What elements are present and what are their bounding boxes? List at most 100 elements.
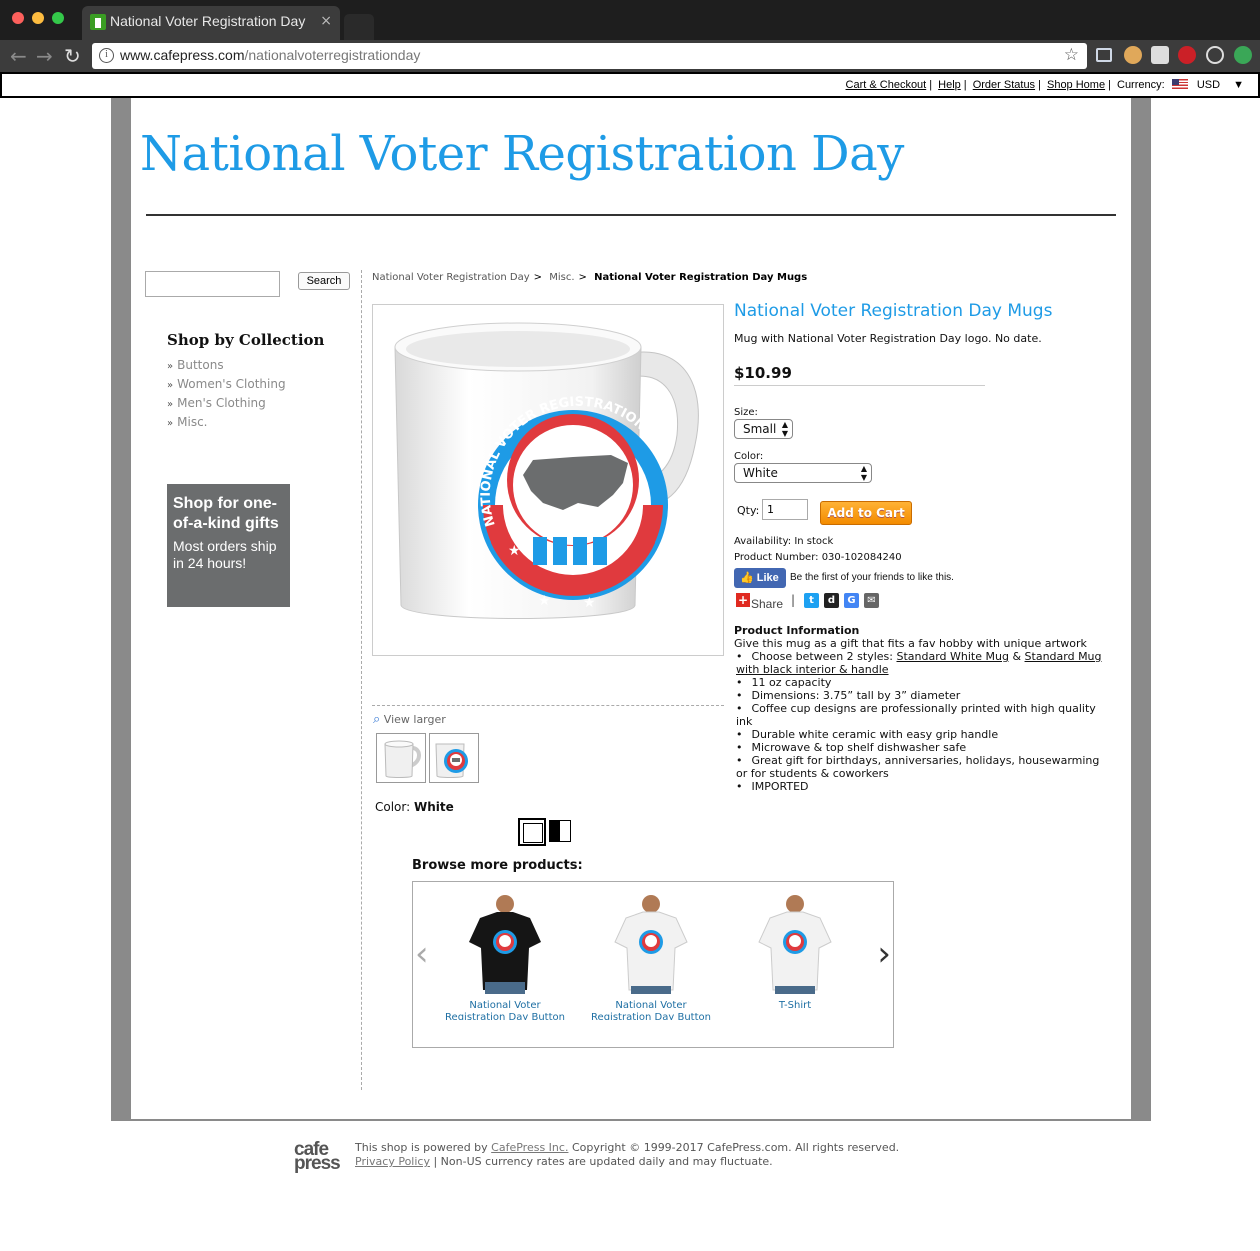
browse-item-caption[interactable]: National Voter Registration Day Button	[445, 1000, 565, 1020]
close-window-button[interactable]	[12, 12, 24, 24]
search-input[interactable]	[145, 271, 280, 297]
back-arrow-icon[interactable]: ←	[10, 44, 27, 68]
google-icon[interactable]: G	[844, 593, 859, 608]
tshirt-white-image	[758, 895, 832, 994]
collection-item-misc[interactable]: » Misc.	[167, 415, 286, 434]
cafepress-logo[interactable]: cafe press	[294, 1140, 341, 1174]
breadcrumb-shop[interactable]: National Voter Registration Day	[372, 272, 530, 283]
promo-banner[interactable]: Shop for one-of-a-kind gifts Most orders…	[167, 484, 290, 607]
tab-strip: National Voter Registration Day ×	[0, 0, 1260, 40]
evernote-extension-icon[interactable]	[1206, 46, 1224, 64]
carousel-prev-icon[interactable]: ‹	[415, 934, 429, 974]
browse-item[interactable]: T-Shirt	[735, 890, 855, 1011]
search-button[interactable]: Search	[298, 272, 350, 290]
currency-dropdown-icon[interactable]: ▼	[1233, 79, 1244, 91]
pinterest-extension-icon[interactable]	[1178, 46, 1196, 64]
info-icon[interactable]: i	[99, 48, 114, 63]
address-bar[interactable]: i www.cafepress.com/nationalvoterregistr…	[92, 43, 1087, 69]
help-link[interactable]: Help	[938, 79, 961, 91]
facebook-like-button[interactable]: 👍 Like	[734, 568, 786, 588]
url-text[interactable]: www.cafepress.com/nationalvoterregistrat…	[120, 47, 420, 63]
breadcrumb-separator: >	[533, 272, 543, 283]
us-flag-icon	[1171, 79, 1188, 89]
collection-item-mens-clothing[interactable]: » Men's Clothing	[167, 396, 286, 415]
print-extension-icon[interactable]	[1151, 46, 1169, 64]
color-select[interactable]: White ▲ ▼	[734, 463, 872, 483]
separator: |	[963, 79, 967, 91]
color-label-text: Color:	[375, 800, 411, 814]
bullet-icon: »	[167, 380, 174, 391]
order-status-link[interactable]: Order Status	[973, 79, 1035, 91]
browse-item-caption[interactable]: National Voter Registration Day Button	[591, 1000, 711, 1020]
color-swatch-white[interactable]	[518, 818, 546, 846]
color-label: Color:	[734, 451, 764, 462]
share-plus-icon[interactable]: +	[736, 593, 750, 607]
browse-item-caption[interactable]: T-Shirt	[735, 1000, 855, 1020]
update-extension-icon[interactable]	[1234, 46, 1252, 64]
qty-label: Qty:	[737, 504, 760, 517]
thumbnail-front[interactable]	[376, 733, 426, 783]
product-info-bullet: Great gift for birthdays, anniversaries,…	[734, 754, 1114, 780]
tshirt-white-image	[614, 895, 688, 994]
footer-currency-note: | Non-US currency rates are updated dail…	[429, 1155, 773, 1168]
collection-item-label: Buttons	[177, 358, 224, 372]
logo-bottom: press	[294, 1153, 341, 1174]
delicious-icon[interactable]: d	[824, 593, 839, 608]
breadcrumb-misc[interactable]: Misc.	[549, 272, 574, 283]
cast-extension-icon[interactable]	[1096, 48, 1112, 62]
browse-item[interactable]: National Voter Registration Day Button	[591, 890, 711, 1020]
color-swatch-black[interactable]	[549, 820, 571, 842]
qty-input[interactable]: 1	[762, 499, 808, 520]
bookmark-star-icon[interactable]: ☆	[1064, 45, 1079, 65]
product-info-bullet: Microwave & top shelf dishwasher safe	[734, 741, 1114, 754]
maximize-window-button[interactable]	[52, 12, 64, 24]
tab-close-icon[interactable]: ×	[320, 13, 332, 29]
sidebar-divider	[361, 270, 362, 1090]
currency-select[interactable]: USD	[1197, 79, 1220, 91]
thumbnail-logo[interactable]	[429, 733, 479, 783]
view-larger-link[interactable]: ⌕ View larger	[373, 712, 446, 727]
new-tab-button[interactable]	[344, 14, 374, 40]
image-divider	[372, 705, 724, 706]
separator: |	[1038, 79, 1041, 91]
browser-chrome: National Voter Registration Day × ← → ↻ …	[0, 0, 1260, 72]
collection-item-label: Women's Clothing	[177, 377, 286, 391]
twitter-icon[interactable]: t	[804, 593, 819, 608]
size-select[interactable]: Small ▲ ▼	[734, 419, 793, 439]
utility-links: Cart & Checkout | Help | Order Status | Sho…	[846, 79, 1244, 91]
price-divider	[734, 385, 985, 386]
browse-carousel: ‹ › National Voter Registration Day Butt…	[412, 881, 894, 1048]
site-title[interactable]: National Voter Registration Day	[140, 126, 904, 182]
page-frame-left	[111, 98, 131, 1120]
share-separator: |	[791, 593, 796, 607]
header-divider	[146, 214, 1116, 216]
reload-icon[interactable]: ↻	[64, 44, 81, 68]
standard-white-mug-link[interactable]: Standard White Mug	[896, 650, 1008, 663]
forward-arrow-icon[interactable]: →	[36, 44, 53, 68]
carousel-next-icon[interactable]: ›	[877, 934, 891, 974]
mug-illustration: NATIONAL VOTER REGISTRATION ★ ★ ★	[394, 322, 699, 619]
svg-text:★: ★	[508, 543, 521, 559]
add-to-cart-button[interactable]: Add to Cart	[820, 501, 912, 525]
email-icon[interactable]: ✉	[864, 593, 879, 608]
thumbs-up-icon: 👍	[740, 572, 754, 584]
collection-list: » Buttons » Women's Clothing » Men's Clothi…	[167, 358, 286, 434]
collection-item-label: Misc.	[177, 415, 208, 429]
collection-item-womens-clothing[interactable]: » Women's Clothing	[167, 377, 286, 396]
cafepress-link[interactable]: CafePress Inc.	[491, 1141, 568, 1154]
zoom-icon: ⌕	[373, 712, 381, 727]
bullet-icon: »	[167, 361, 174, 372]
size-label: Size:	[734, 407, 758, 418]
privacy-policy-link[interactable]: Privacy Policy	[355, 1155, 430, 1168]
minimize-window-button[interactable]	[32, 12, 44, 24]
color-select-value: White	[743, 466, 778, 480]
share-link[interactable]: Share	[751, 597, 783, 611]
shop-home-link[interactable]: Shop Home	[1047, 79, 1105, 91]
cart-checkout-link[interactable]: Cart & Checkout	[846, 79, 927, 91]
url-host: www.cafepress.com	[120, 47, 245, 63]
browse-item[interactable]: National Voter Registration Day Button	[445, 890, 565, 1020]
browser-tab-active[interactable]: National Voter Registration Day ×	[82, 6, 340, 40]
product-image[interactable]: NATIONAL VOTER REGISTRATION ★ ★ ★	[372, 304, 724, 656]
collection-item-buttons[interactable]: » Buttons	[167, 358, 286, 377]
cookie-extension-icon[interactable]	[1124, 46, 1142, 64]
